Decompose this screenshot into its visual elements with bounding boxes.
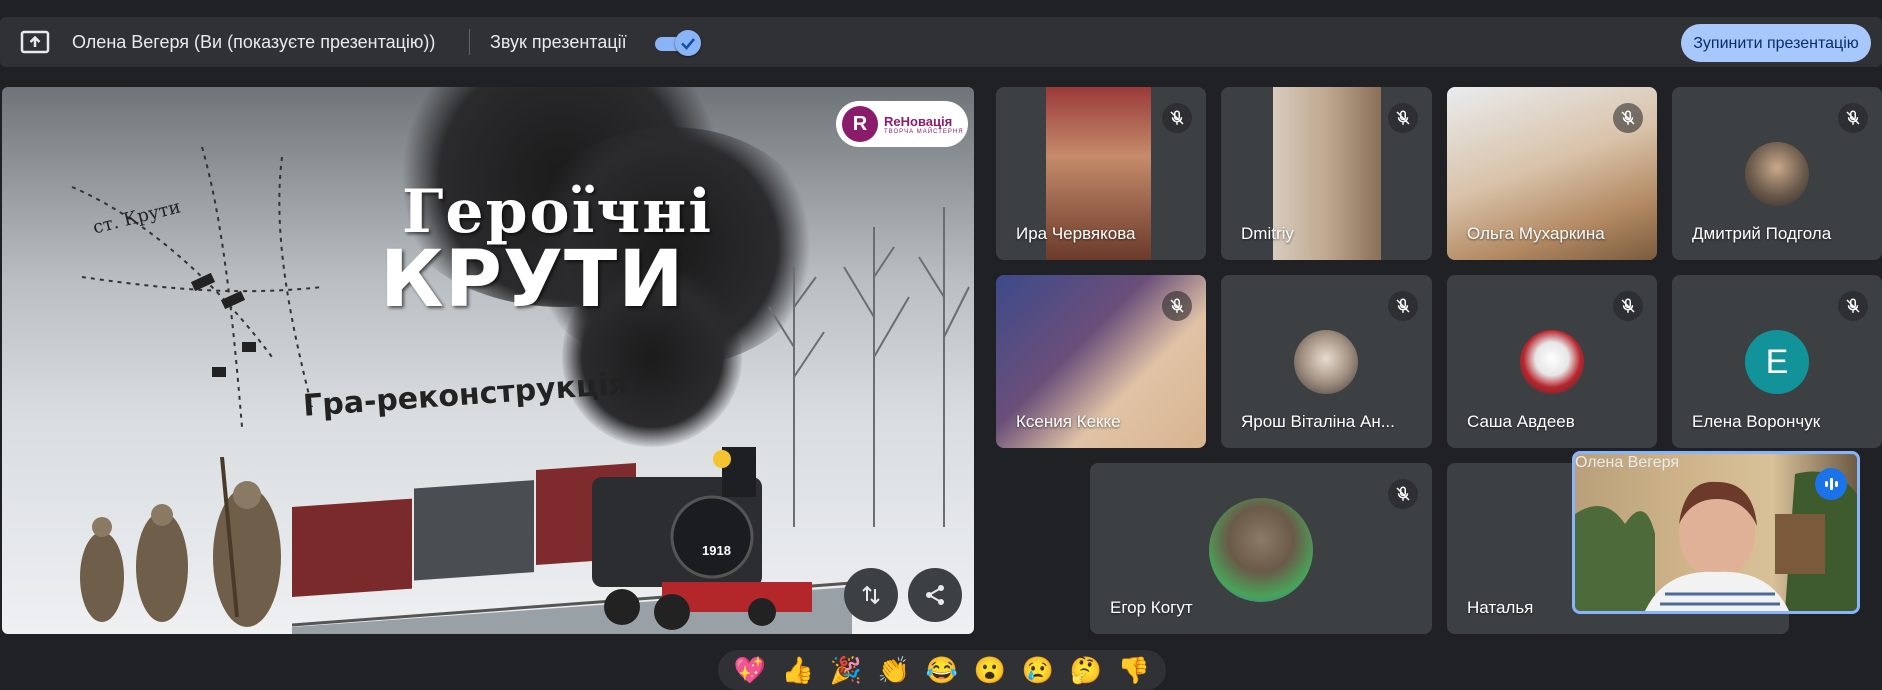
reaction-thumbs-down[interactable]: 👎 xyxy=(1118,650,1150,690)
check-icon xyxy=(681,38,695,50)
train-year-plate: 1918 xyxy=(702,543,731,558)
participant-name: Ольга Мухаркина xyxy=(1467,224,1605,243)
participant-avatar xyxy=(1745,142,1809,206)
participant-tile[interactable]: Ксения Кекке xyxy=(996,275,1206,448)
mic-off-icon xyxy=(1838,291,1868,321)
presentation-sound-label: Звук презентації xyxy=(490,32,627,52)
reaction-party-popper[interactable]: 🎉 xyxy=(830,650,862,690)
reaction-surprised[interactable]: 😮 xyxy=(974,650,1006,690)
speaking-indicator-icon xyxy=(1815,468,1847,500)
renovation-logo: R ReНовація ТВОРЧА МАЙСТЕРНЯ xyxy=(836,101,968,147)
participant-name: Саша Авдеев xyxy=(1467,412,1575,431)
mic-off-icon xyxy=(1388,479,1418,509)
participant-name: Егор Когут xyxy=(1110,598,1193,617)
presenter-label: Олена Вегеря (Ви (показуєте презентацію)… xyxy=(72,32,436,52)
participant-tile[interactable]: Ольга Мухаркина xyxy=(1447,87,1657,260)
reaction-thumbs-up[interactable]: 👍 xyxy=(782,650,814,690)
participant-name: Dmitriy xyxy=(1241,224,1294,243)
reaction-clapping[interactable]: 👏 xyxy=(878,650,910,690)
steam-train-illustration xyxy=(292,447,852,634)
participant-name: Наталья xyxy=(1467,598,1534,617)
participant-name: Дмитрий Подгола xyxy=(1692,224,1832,243)
participant-tile[interactable]: E Елена Ворончук xyxy=(1672,275,1882,448)
divider xyxy=(469,29,470,55)
mic-off-icon xyxy=(1613,291,1643,321)
reaction-sparkling-heart[interactable]: 💖 xyxy=(734,650,766,690)
share-button[interactable] xyxy=(908,568,962,622)
participant-tile[interactable]: Егор Когут xyxy=(1090,463,1432,634)
participant-tile[interactable]: Ира Червякова xyxy=(996,87,1206,260)
stop-presenting-button[interactable]: Зупинити презентацію xyxy=(1681,24,1871,62)
participant-avatar xyxy=(1520,330,1584,394)
slide-title-line2: КРУТИ xyxy=(380,235,685,325)
soldiers-illustration xyxy=(80,457,281,627)
self-view-tile[interactable]: Олена Вегеря xyxy=(1572,451,1860,614)
logo-name: ReНовація xyxy=(884,113,953,129)
participant-avatar xyxy=(1209,498,1313,602)
self-video xyxy=(1575,471,1857,611)
mic-off-icon xyxy=(1613,103,1643,133)
participant-name: Елена Ворончук xyxy=(1692,412,1821,431)
reaction-crying[interactable]: 😢 xyxy=(1022,650,1054,690)
mic-off-icon xyxy=(1162,291,1192,321)
toggle-knob xyxy=(675,30,701,56)
presenting-bar: Олена Вегеря (Ви (показуєте презентацію)… xyxy=(0,17,1882,67)
participant-avatar xyxy=(1294,330,1358,394)
mic-off-icon xyxy=(1838,103,1868,133)
presentation-slide: ст. Крути R ReНовація ТВОРЧА МАЙСТЕРНЯ Г… xyxy=(2,87,974,634)
presentation-sound-toggle[interactable] xyxy=(655,30,701,56)
share-icon xyxy=(926,585,944,605)
participant-initial-avatar: E xyxy=(1745,330,1809,394)
logo-mark: R xyxy=(842,106,878,142)
participant-name: Ярош Віталіна Ан... xyxy=(1241,412,1395,431)
logo-tagline: ТВОРЧА МАЙСТЕРНЯ xyxy=(884,128,964,135)
reactions-bar: 💖 👍 🎉 👏 😂 😮 😢 🤔 👎 xyxy=(718,650,1166,690)
participant-tile[interactable]: Ярош Віталіна Ан... xyxy=(1221,275,1432,448)
mic-off-icon xyxy=(1388,103,1418,133)
participant-name: Ира Червякова xyxy=(1016,224,1136,243)
mic-off-icon xyxy=(1162,103,1192,133)
present-screen-icon xyxy=(20,30,50,54)
participant-tile[interactable]: Dmitriy xyxy=(1221,87,1432,260)
reaction-laughing[interactable]: 😂 xyxy=(926,650,958,690)
reaction-thinking[interactable]: 🤔 xyxy=(1070,650,1102,690)
swap-arrows-icon xyxy=(862,585,880,605)
participant-name: Ксения Кекке xyxy=(1016,412,1121,431)
participant-tile[interactable]: Саша Авдеев xyxy=(1447,275,1657,448)
swap-layout-button[interactable] xyxy=(844,568,898,622)
participant-tile[interactable]: Дмитрий Подгола xyxy=(1672,87,1882,260)
mic-off-icon xyxy=(1388,291,1418,321)
